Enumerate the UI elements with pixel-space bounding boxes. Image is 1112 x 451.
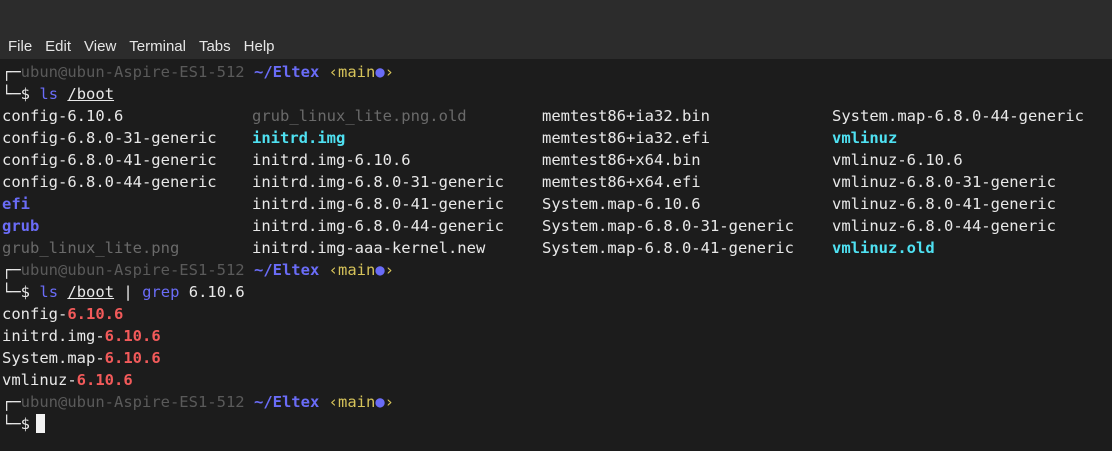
grep-result-match: 6.10.6	[104, 327, 161, 345]
prompt-branch: ‹main	[328, 261, 376, 279]
command-name: ls	[39, 85, 59, 103]
ls-entry: System.map-6.8.0-41-generic	[542, 239, 794, 257]
grep-result-match: 6.10.6	[67, 305, 124, 323]
command-line[interactable]: └─$	[2, 413, 1112, 435]
menu-help[interactable]: Help	[244, 38, 275, 55]
branch-dirty-dot-icon: ●	[375, 261, 385, 279]
command-line: └─$ ls /boot | grep 6.10.6	[2, 283, 245, 301]
prompt-path: ~/Eltex	[253, 261, 320, 279]
prompt-path: ~/Eltex	[253, 393, 320, 411]
prompt-line: ┌─ubun@ubun-Aspire-ES1-512 ~/Eltex ‹main…	[2, 393, 395, 411]
command-arg: /boot	[67, 85, 115, 103]
menu-view[interactable]: View	[84, 38, 116, 55]
prompt-branch-close: ›	[384, 393, 395, 411]
ls-entry: initrd.img-6.8.0-44-generic	[252, 217, 504, 235]
prompt-path: ~/Eltex	[253, 63, 320, 81]
grep-result-line: System.map-6.10.6	[2, 347, 1112, 369]
window-titlebar[interactable]	[0, 0, 1112, 33]
grep-result-prefix: initrd.img-	[2, 327, 105, 345]
branch-dirty-dot-icon: ●	[375, 393, 385, 411]
terminal-area[interactable]: ┌─ubun@ubun-Aspire-ES1-512 ~/Eltex ‹main…	[0, 61, 1112, 451]
grep-result-prefix: config-	[2, 305, 68, 323]
ls-entry: System.map-6.10.6	[542, 195, 701, 213]
ls-entry: initrd.img-6.8.0-31-generic	[252, 173, 504, 191]
menu-bar: File Edit View Terminal Tabs Help	[0, 33, 1112, 59]
grep-result-line: vmlinuz-6.10.6	[2, 369, 1112, 391]
prompt-user-host: ubun@ubun-Aspire-ES1-512	[20, 261, 245, 279]
menu-terminal[interactable]: Terminal	[129, 38, 186, 55]
command-name: ls	[39, 283, 59, 301]
grep-result-match: 6.10.6	[76, 371, 133, 389]
grep-result-prefix: vmlinuz-	[2, 371, 77, 389]
ls-entry: vmlinuz-6.8.0-31-generic	[832, 173, 1056, 191]
prompt-branch: ‹main	[328, 63, 376, 81]
ls-entry: System.map-6.8.0-31-generic	[542, 217, 794, 235]
grep-pattern: 6.10.6	[188, 283, 245, 301]
ls-entry: vmlinuz-6.10.6	[832, 151, 963, 169]
ls-entry: memtest86+x64.bin	[542, 151, 701, 169]
grep-result-line: config-6.10.6	[2, 303, 1112, 325]
branch-dirty-dot-icon: ●	[375, 63, 385, 81]
ls-output: config-6.10.6 grub_linux_lite.png.old memt…	[2, 105, 1112, 259]
prompt-branch-close: ›	[384, 63, 395, 81]
ls-entry: memtest86+ia32.efi	[542, 129, 710, 147]
prompt-dollar: $	[20, 415, 31, 433]
prompt-dollar: $	[20, 85, 31, 103]
ls-entry: initrd.img-6.10.6	[252, 151, 411, 169]
prompt-branch-close: ›	[384, 261, 395, 279]
grep-result-match: 6.10.6	[104, 349, 161, 367]
ls-entry: config-6.8.0-44-generic	[2, 173, 217, 191]
ls-entry: memtest86+x64.efi	[542, 173, 701, 191]
prompt-user-host: ubun@ubun-Aspire-ES1-512	[20, 393, 245, 411]
pipe-symbol: |	[123, 283, 133, 301]
ls-entry: memtest86+ia32.bin	[542, 107, 710, 125]
ls-entry: grub	[2, 217, 40, 235]
prompt-user-host: ubun@ubun-Aspire-ES1-512	[20, 63, 245, 81]
grep-output: config-6.10.6 initrd.img-6.10.6 System.map…	[2, 303, 1112, 391]
ls-entry: initrd.img-aaa-kernel.new	[252, 239, 486, 257]
menu-tabs[interactable]: Tabs	[199, 38, 231, 55]
menu-file[interactable]: File	[8, 38, 32, 55]
ls-entry: vmlinuz-6.8.0-44-generic	[832, 217, 1056, 235]
ls-entry: grub_linux_lite.png.old	[252, 107, 467, 125]
prompt-dollar: $	[20, 283, 31, 301]
grep-result-line: initrd.img-6.10.6	[2, 325, 1112, 347]
ls-entry: initrd.img-6.8.0-41-generic	[252, 195, 504, 213]
prompt-line: ┌─ubun@ubun-Aspire-ES1-512 ~/Eltex ‹main…	[2, 63, 395, 81]
menu-edit[interactable]: Edit	[45, 38, 71, 55]
ls-entry: vmlinuz-6.8.0-41-generic	[832, 195, 1056, 213]
prompt-branch: ‹main	[328, 393, 376, 411]
text-cursor	[36, 414, 46, 433]
ls-entry: vmlinuz.old	[832, 239, 935, 257]
prompt-line: ┌─ubun@ubun-Aspire-ES1-512 ~/Eltex ‹main…	[2, 261, 395, 279]
ls-entry: config-6.10.6	[2, 107, 124, 125]
ls-entry: config-6.8.0-31-generic	[2, 129, 217, 147]
command-arg: /boot	[67, 283, 115, 301]
ls-entry: initrd.img	[252, 129, 346, 147]
grep-result-prefix: System.map-	[2, 349, 105, 367]
grep-command: grep	[142, 283, 180, 301]
command-line: └─$ ls /boot	[2, 85, 115, 103]
ls-entry: config-6.8.0-41-generic	[2, 151, 217, 169]
ls-entry: System.map-6.8.0-44-generic	[832, 107, 1084, 125]
ls-entry: vmlinuz	[832, 129, 898, 147]
ls-entry: efi	[2, 195, 30, 213]
ls-entry: grub_linux_lite.png	[2, 239, 180, 257]
